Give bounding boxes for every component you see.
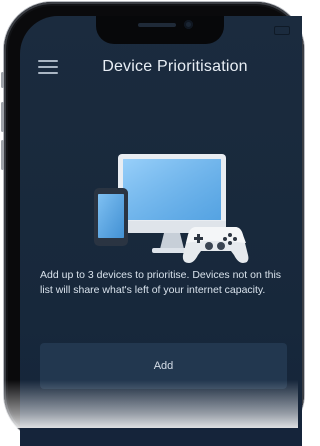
menu-icon[interactable] <box>38 60 58 74</box>
phone-notch <box>96 16 224 44</box>
battery-icon <box>268 26 290 35</box>
app-screen: Device Prioritisation Add up to 3 device… <box>20 16 302 446</box>
description-text: Add up to 3 devices to prioritise. Devic… <box>40 269 282 296</box>
game-controller-icon <box>182 227 249 263</box>
phone-frame: Device Prioritisation Add up to 3 device… <box>1 2 304 446</box>
phone-side-button <box>1 72 4 88</box>
phone-icon <box>94 188 128 246</box>
speaker-grille <box>138 23 176 27</box>
front-camera <box>184 20 193 29</box>
add-device-button[interactable]: Add <box>40 343 287 389</box>
page-title: Device Prioritisation <box>102 58 248 75</box>
phone-volume-up <box>1 102 4 132</box>
devices-illustration <box>94 154 249 263</box>
phone-volume-down <box>1 140 4 170</box>
